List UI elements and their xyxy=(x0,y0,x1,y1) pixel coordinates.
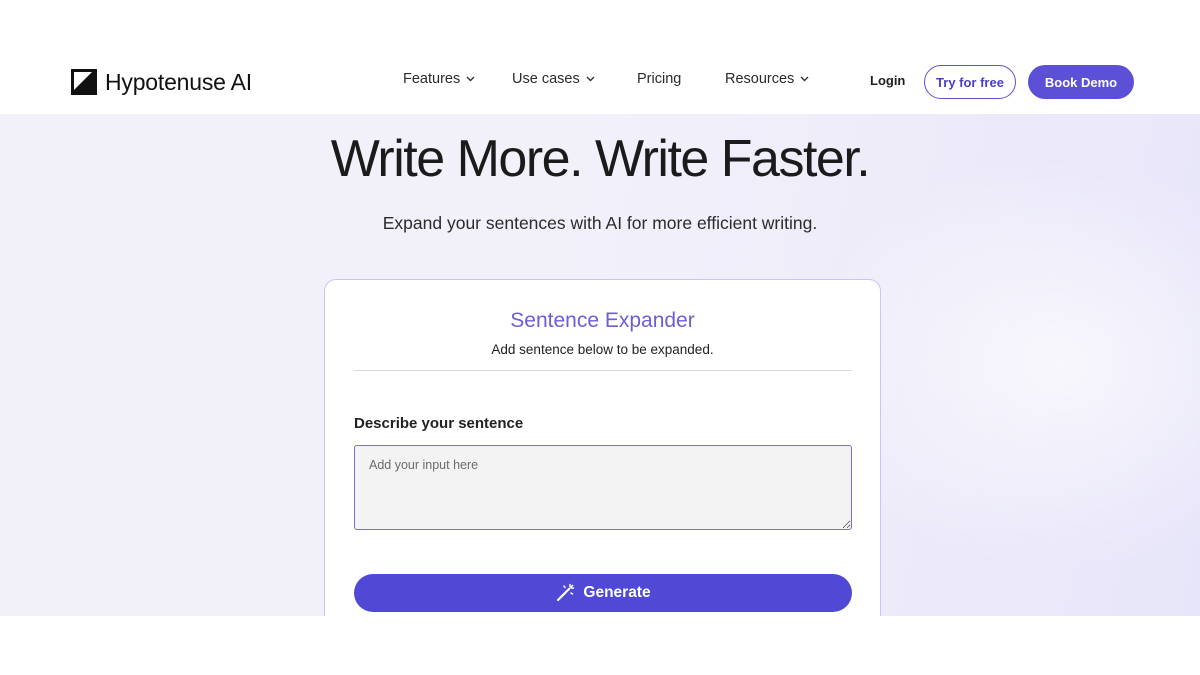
magic-wand-icon xyxy=(557,583,575,602)
login-link[interactable]: Login xyxy=(870,73,905,88)
nav-pricing[interactable]: Pricing xyxy=(637,71,681,87)
nav-use-cases-label: Use cases xyxy=(512,71,580,87)
site-header: Hypotenuse AI Features Use cases Pricing… xyxy=(0,0,1200,114)
chevron-down-icon xyxy=(586,76,595,82)
nav-pricing-label: Pricing xyxy=(637,71,682,87)
logo-mark-icon xyxy=(71,69,97,95)
generate-label: Generate xyxy=(583,584,651,601)
brand-logo[interactable]: Hypotenuse AI xyxy=(71,68,252,96)
card-divider xyxy=(354,370,852,371)
brand-name: Hypotenuse AI xyxy=(105,68,253,95)
field-label: Describe your sentence xyxy=(354,415,524,432)
page-bottom-band xyxy=(0,616,1200,675)
chevron-down-icon xyxy=(466,76,475,82)
nav-resources-label: Resources xyxy=(725,71,795,87)
hero-title: Write More. Write Faster. xyxy=(330,130,871,188)
sentence-expander-card: Sentence Expander Add sentence below to … xyxy=(324,279,881,639)
nav-use-cases[interactable]: Use cases xyxy=(512,71,595,87)
book-demo-button[interactable]: Book Demo xyxy=(1028,65,1134,99)
generate-button[interactable]: Generate xyxy=(354,574,852,612)
nav-features-label: Features xyxy=(403,71,461,87)
tool-title: Sentence Expander xyxy=(510,309,695,332)
nav-resources[interactable]: Resources xyxy=(725,71,809,87)
nav-features[interactable]: Features xyxy=(403,71,475,87)
hero-subtitle: Expand your sentences with AI for more e… xyxy=(382,213,818,233)
try-for-free-button[interactable]: Try for free xyxy=(924,65,1016,99)
tool-subtitle: Add sentence below to be expanded. xyxy=(491,342,714,357)
sentence-input[interactable] xyxy=(354,445,852,530)
chevron-down-icon xyxy=(800,76,809,82)
